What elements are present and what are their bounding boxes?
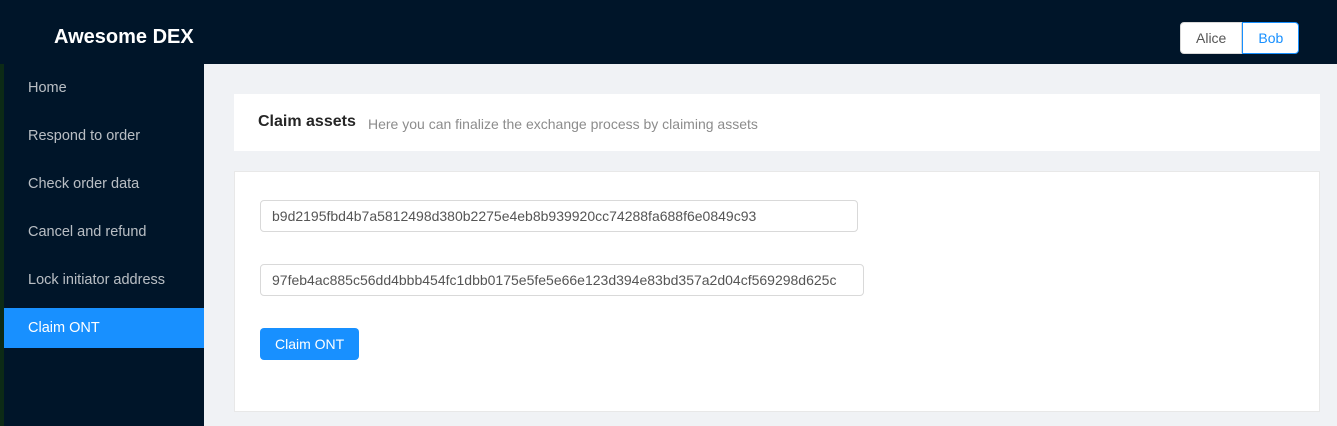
page-title: Claim assets [258,113,356,130]
sidebar: Home Respond to order Check order data C… [0,64,204,426]
top-header: Awesome DEX Alice Bob [0,0,1337,64]
sidebar-item-cancel-and-refund[interactable]: Cancel and refund [4,212,204,252]
page-header-card: Claim assets Here you can finalize the e… [234,94,1320,151]
sidebar-item-respond-to-order[interactable]: Respond to order [4,116,204,156]
user-switch: Alice Bob [1180,22,1300,54]
sidebar-item-home[interactable]: Home [4,68,204,108]
bob-button[interactable]: Bob [1242,22,1300,54]
alice-button[interactable]: Alice [1180,22,1243,54]
claim-ont-button[interactable]: Claim ONT [260,328,360,360]
sidebar-item-check-order-data[interactable]: Check order data [4,164,204,204]
sidebar-edge [0,64,4,426]
sidebar-item-claim-ont[interactable]: Claim ONT [4,308,204,348]
secret-field[interactable] [260,264,864,296]
app-brand: Awesome DEX [54,26,194,48]
page-subtitle: Here you can finalize the exchange proce… [368,116,758,132]
sidebar-item-lock-initiator-address[interactable]: Lock initiator address [4,260,204,300]
claim-form-card: Claim ONT [234,171,1320,412]
secret-hash-field[interactable] [260,200,858,232]
